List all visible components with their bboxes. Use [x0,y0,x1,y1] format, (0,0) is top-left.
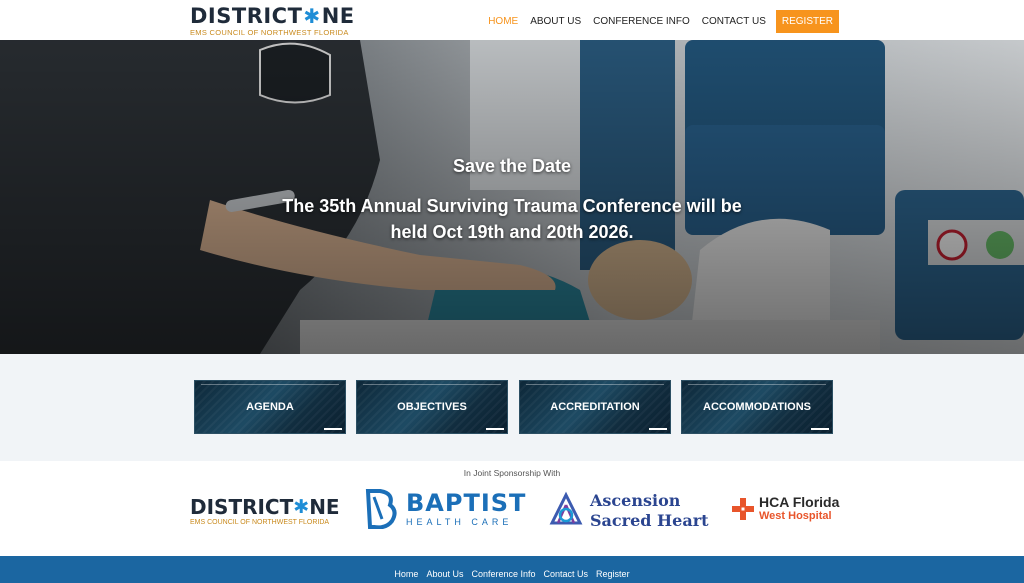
site-footer: Home About Us Conference Info Contact Us… [0,556,1024,583]
nav-contact-us[interactable]: CONTACT US [696,11,772,33]
baptist-name: BAPTIST [406,489,527,517]
agenda-button[interactable]: AGENDA [194,380,346,434]
sponsor-hca-logo[interactable]: HCA Florida West Hospital [732,494,839,523]
baptist-sub: HEALTH CARE [406,517,513,527]
sponsor-baptist-logo[interactable]: BAPTIST HEALTH CARE [364,489,526,529]
main-nav: HOME ABOUT US CONFERENCE INFO CONTACT US… [482,10,839,33]
sponsor-logo-word-left: DISTRICT [190,495,294,519]
nav-conference-info[interactable]: CONFERENCE INFO [587,11,696,33]
hca-line2: West Hospital [759,510,832,522]
sponsor-logo-tagline: EMS COUNCIL OF NORTHWEST FLORIDA [190,519,330,526]
hero-banner: Save the Date The 35th Annual Surviving … [0,40,1024,354]
hero-subtitle: The 35th Annual Surviving Trauma Confere… [282,196,742,242]
footer-link-contact-us[interactable]: Contact Us [544,569,589,579]
register-button[interactable]: REGISTER [775,10,839,33]
logo-tagline: EMS COUNCIL OF NORTHWEST FLORIDA [190,28,349,37]
hca-cross-icon [732,497,754,520]
footer-link-register[interactable]: Register [596,569,630,579]
district-one-logo[interactable]: DISTRICT ✱ NE EMS COUNCIL OF NORTHWEST F… [190,4,354,37]
footer-nav: Home About Us Conference Info Contact Us… [0,569,1024,579]
accommodations-label: ACCOMMODATIONS [703,401,811,413]
agenda-label: AGENDA [246,401,294,413]
accommodations-button[interactable]: ACCOMMODATIONS [681,380,833,434]
footer-link-home[interactable]: Home [394,569,418,579]
objectives-button[interactable]: OBJECTIVES [356,380,508,434]
ascension-trinity-icon [549,491,583,525]
accreditation-label: ACCREDITATION [550,401,640,413]
hero-announcement: Save the Date The 35th Annual Surviving … [0,156,1024,245]
hca-line1: HCA Florida [759,494,840,510]
star-of-life-icon: ✱ [303,4,321,28]
footer-link-about-us[interactable]: About Us [426,569,463,579]
ascension-line1: Ascension [590,491,681,510]
sponsors-heading: In Joint Sponsorship With [463,468,561,478]
nav-about-us[interactable]: ABOUT US [524,11,587,33]
sponsor-district-one-logo[interactable]: DISTRICT ✱ NE EMS COUNCIL OF NORTHWEST F… [190,497,340,526]
footer-link-conference-info[interactable]: Conference Info [471,569,535,579]
sponsor-logo-word-right: NE [309,495,340,519]
logo-word-left: DISTRICT [190,4,303,28]
sponsor-ascension-logo[interactable]: Ascension Sacred Heart [546,491,709,531]
baptist-b-icon [365,489,397,529]
ascension-line2: Sacred Heart [590,511,709,530]
sponsors-section: In Joint Sponsorship With DISTRICT ✱ NE … [0,461,1024,556]
logo-word-right: NE [321,4,355,28]
objectives-label: OBJECTIVES [397,401,467,413]
site-header: DISTRICT ✱ NE EMS COUNCIL OF NORTHWEST F… [0,0,1024,40]
quick-links-band: AGENDA OBJECTIVES ACCREDITATION ACCOMMOD… [0,354,1024,461]
star-of-life-icon: ✱ [293,496,310,518]
nav-home[interactable]: HOME [482,11,524,33]
hero-title: Save the Date [452,156,572,176]
accreditation-button[interactable]: ACCREDITATION [519,380,671,434]
